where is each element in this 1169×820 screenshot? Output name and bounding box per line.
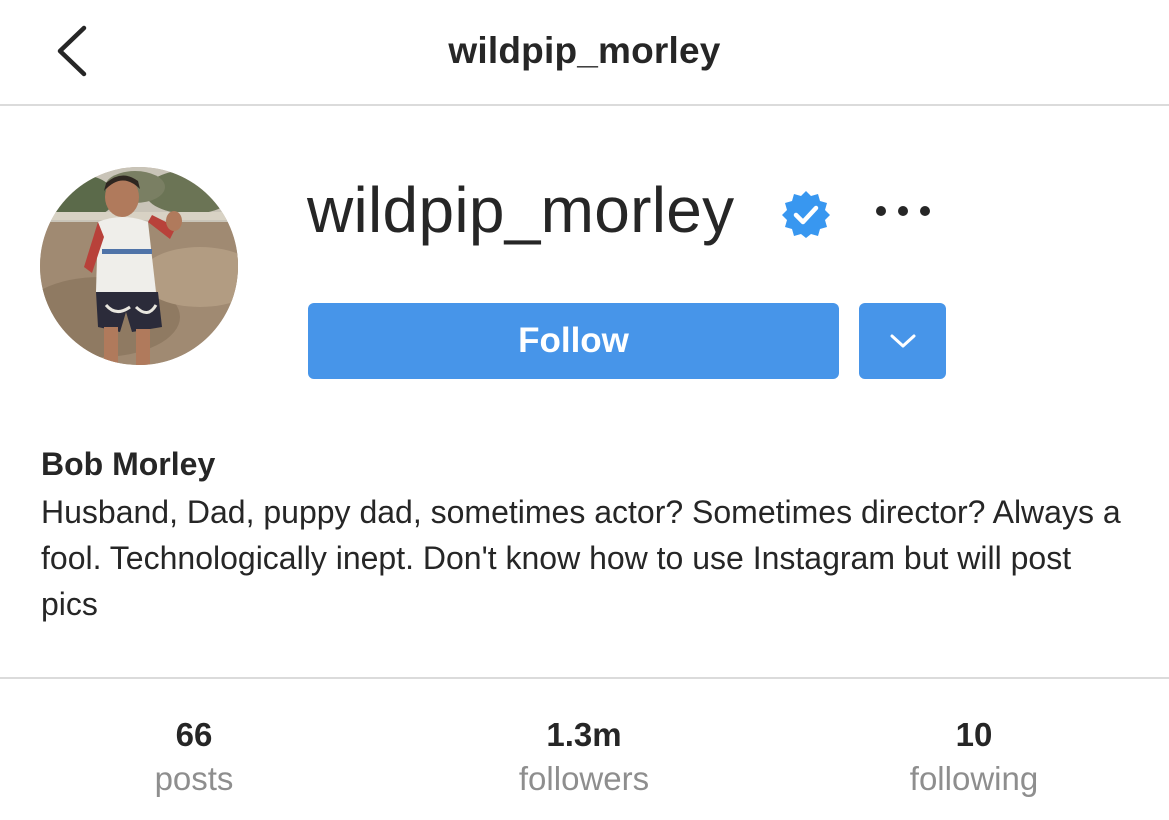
more-options-button[interactable] bbox=[868, 186, 938, 236]
profile-page: wildpip_morley wildpip_morley Follow Bob… bbox=[0, 0, 1169, 820]
stat-posts[interactable]: 66 posts bbox=[44, 715, 344, 803]
verified-badge-icon bbox=[781, 189, 831, 239]
stat-following-label: following bbox=[909, 760, 1039, 797]
stat-following[interactable]: 10 following bbox=[824, 715, 1124, 803]
stat-followers-label: followers bbox=[518, 760, 650, 797]
top-nav-bar: wildpip_morley bbox=[0, 0, 1169, 106]
profile-stats-bar: 66 posts 1.3m followers 10 following bbox=[0, 677, 1169, 820]
avatar[interactable] bbox=[40, 167, 238, 365]
nav-title: wildpip_morley bbox=[448, 30, 721, 71]
stat-followers[interactable]: 1.3m followers bbox=[434, 715, 734, 803]
profile-username: wildpip_morley bbox=[307, 174, 735, 246]
stat-followers-value: 1.3m bbox=[546, 716, 622, 753]
stat-posts-label: posts bbox=[154, 760, 234, 797]
chevron-down-icon bbox=[890, 334, 915, 348]
profile-bio: Husband, Dad, puppy dad, sometimes actor… bbox=[41, 494, 1121, 622]
follow-button[interactable]: Follow bbox=[308, 303, 839, 379]
more-horizontal-icon bbox=[876, 206, 930, 216]
stat-posts-value: 66 bbox=[175, 716, 213, 753]
stat-following-value: 10 bbox=[955, 716, 993, 753]
avatar-photo bbox=[40, 167, 238, 365]
profile-full-name: Bob Morley bbox=[41, 446, 216, 482]
suggested-dropdown-button[interactable] bbox=[859, 303, 946, 379]
